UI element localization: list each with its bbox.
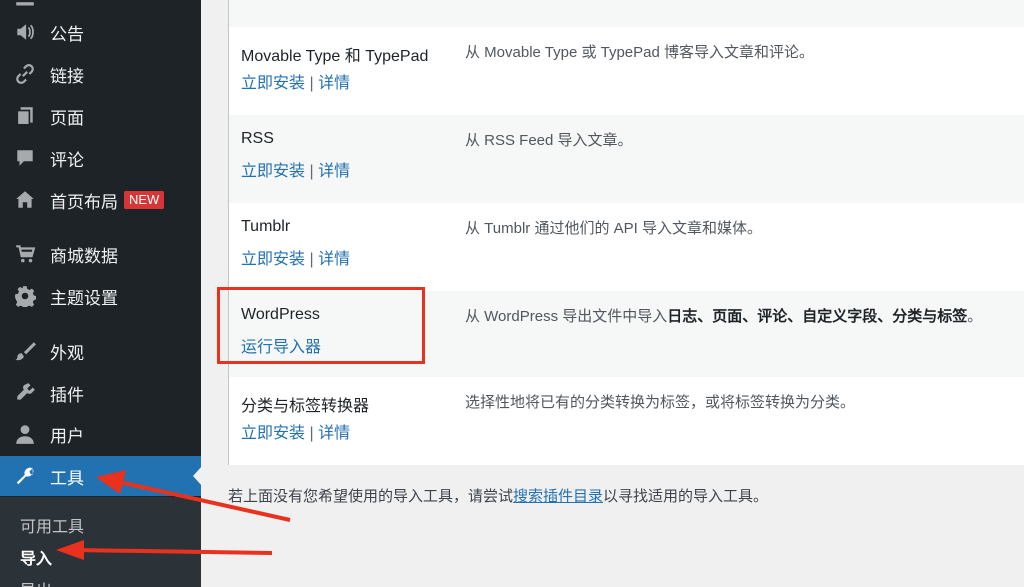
highlight-box: [217, 287, 425, 364]
sidebar-item-label: 链接: [50, 66, 84, 86]
menu-icon: [0, 0, 50, 11]
sidebar-item-label: 评论: [50, 150, 84, 170]
importer-description: 从 Movable Type 或 TypePad 博客导入文章和评论。: [465, 44, 814, 61]
sidebar-item-label: 主题设置: [50, 288, 118, 308]
plugin-icon: [0, 382, 50, 404]
install-now-link[interactable]: 立即安装: [241, 251, 305, 268]
link-separator: |: [309, 75, 314, 92]
importer-description: 从 WordPress 导出文件中导入日志、页面、评论、自定义字段、分类与标签。: [465, 305, 982, 326]
current-menu-pointer: [193, 466, 202, 486]
home-icon: [0, 189, 50, 211]
sidebar-item-label: 页面: [50, 108, 84, 128]
sidebar-item-pages[interactable]: 页面: [0, 96, 201, 136]
importer-row-category-tag-converter: 分类与标签转换器 立即安装 | 详情 选择性地将已有的分类转换为标签，或将标签转…: [229, 377, 1024, 465]
sidebar-item-tools[interactable]: 工具: [0, 456, 201, 496]
importer-description: 选择性地将已有的分类转换为标签，或将标签转换为分类。: [465, 394, 856, 411]
sidebar-item-announcements[interactable]: 公告: [0, 12, 201, 52]
importer-actions: 立即安装 | 详情: [241, 245, 350, 269]
submenu-item-export[interactable]: 导出: [20, 577, 52, 587]
details-link[interactable]: 详情: [318, 425, 350, 442]
megaphone-icon: [0, 21, 50, 43]
footer-text: 若上面没有您希望使用的导入工具，请尝试: [228, 488, 514, 505]
link-separator: |: [309, 251, 314, 268]
footer-note: 若上面没有您希望使用的导入工具，请尝试搜索插件目录以寻找适用的导入工具。: [228, 485, 768, 506]
brush-icon: [0, 340, 50, 362]
importer-description: 从 Tumblr 通过他们的 API 导入文章和媒体。: [465, 220, 762, 237]
importer-name: Movable Type 和 TypePad: [241, 48, 429, 65]
admin-sidebar: 公告 链接 页面 评论 首页布局 NEW 商城数据 主题设置 外观 插件 用户 …: [0, 0, 202, 587]
tools-submenu: 可用工具 导入 导出: [0, 497, 201, 587]
importer-row-tumblr: Tumblr 立即安装 | 详情 从 Tumblr 通过他们的 API 导入文章…: [229, 203, 1024, 291]
importer-name: Tumblr: [241, 218, 291, 235]
install-now-link[interactable]: 立即安装: [241, 163, 305, 180]
cart-icon: [0, 243, 50, 265]
sidebar-item-label: 插件: [50, 385, 84, 405]
search-plugin-directory-link[interactable]: 搜索插件目录: [513, 488, 603, 505]
sidebar-item-label: 用户: [50, 426, 84, 446]
details-link[interactable]: 详情: [318, 251, 350, 268]
link-icon: [0, 63, 50, 85]
sidebar-item-users[interactable]: 用户: [0, 414, 201, 454]
wrench-icon: [0, 465, 50, 487]
importer-actions: 立即安装 | 详情: [241, 157, 350, 181]
sidebar-item-home-layout[interactable]: 首页布局 NEW: [0, 180, 201, 220]
description-text: 从 WordPress 导出文件中导入: [465, 308, 668, 325]
sidebar-item-label: 工具: [50, 468, 84, 488]
new-badge: NEW: [124, 191, 165, 209]
link-separator: |: [309, 425, 314, 442]
submenu-item-import[interactable]: 导入: [20, 545, 52, 569]
page-icon: [0, 105, 50, 127]
importer-actions: 立即安装 | 详情: [241, 419, 350, 443]
importer-description: 从 RSS Feed 导入文章。: [465, 132, 633, 149]
importer-actions: 立即安装 | 详情: [241, 69, 350, 93]
description-bold-text: 日志、页面、评论、自定义字段、分类与标签: [667, 308, 968, 325]
importer-name: 分类与标签转换器: [241, 398, 370, 415]
gear-icon: [0, 285, 50, 307]
importer-name: RSS: [241, 130, 274, 147]
install-now-link[interactable]: 立即安装: [241, 75, 305, 92]
details-link[interactable]: 详情: [318, 75, 350, 92]
sidebar-item-label: 首页布局: [50, 192, 118, 212]
link-separator: |: [309, 163, 314, 180]
importer-row-rss: RSS 立即安装 | 详情 从 RSS Feed 导入文章。: [229, 115, 1024, 203]
user-icon: [0, 423, 50, 445]
sidebar-item-appearance[interactable]: 外观: [0, 331, 201, 371]
install-now-link[interactable]: 立即安装: [241, 425, 305, 442]
importer-row-movable-type: Movable Type 和 TypePad 立即安装 | 详情 从 Movab…: [229, 27, 1024, 115]
sidebar-item-label: 商城数据: [50, 246, 118, 266]
details-link[interactable]: 详情: [318, 163, 350, 180]
sidebar-item-theme-settings[interactable]: 主题设置: [0, 276, 201, 316]
sidebar-item-comments[interactable]: 评论: [0, 138, 201, 178]
table-row-partial: [229, 0, 1024, 27]
sidebar-item-links[interactable]: 链接: [0, 54, 201, 94]
sidebar-item-label: 公告: [50, 24, 84, 44]
submenu-item-available-tools[interactable]: 可用工具: [20, 513, 84, 537]
sidebar-item-label: 外观: [50, 343, 84, 363]
sidebar-item-plugins[interactable]: 插件: [0, 373, 201, 413]
description-text: 。: [967, 308, 983, 325]
footer-text: 以寻找适用的导入工具。: [603, 488, 769, 505]
sidebar-item-shop-data[interactable]: 商城数据: [0, 234, 201, 274]
comment-icon: [0, 147, 50, 169]
importers-table: Movable Type 和 TypePad 立即安装 | 详情 从 Movab…: [228, 0, 1024, 465]
